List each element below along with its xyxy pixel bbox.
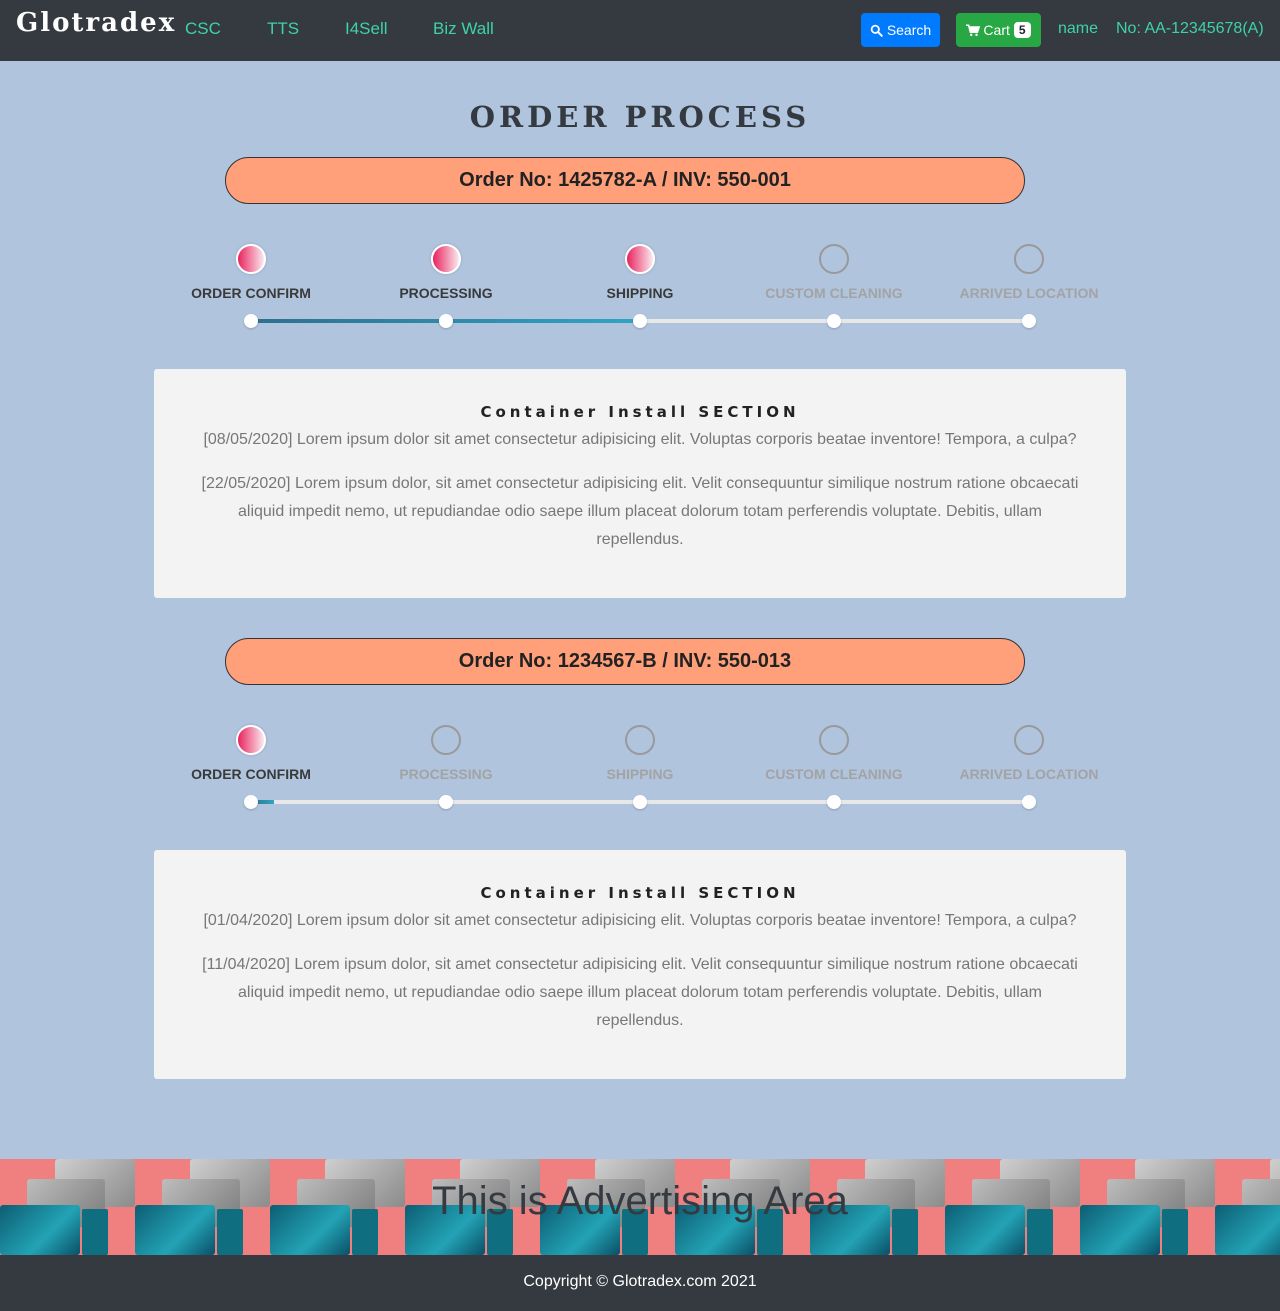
brand-logo[interactable]: Glotradex	[16, 8, 176, 38]
step-label: CUSTOM CLEANING	[765, 285, 903, 301]
copyright-text: Copyright © Glotradex.com 2021	[523, 1273, 757, 1290]
advertising-banner[interactable]: This is Advertising Area	[0, 1159, 1280, 1255]
progress-node	[1022, 795, 1036, 809]
section-title: Container Install SECTION	[480, 403, 800, 421]
step-indicator-circle	[819, 725, 849, 755]
user-name-link[interactable]: name	[1058, 20, 1098, 38]
search-button[interactable]: Search	[861, 13, 940, 47]
advertising-text: This is Advertising Area	[432, 1179, 848, 1223]
section-title: Container Install SECTION	[480, 884, 800, 902]
nav-link-biz-wall[interactable]: Biz Wall	[433, 19, 494, 39]
progress-node	[633, 795, 647, 809]
step-indicator-circle	[625, 244, 655, 274]
step-indicator-circle	[431, 244, 461, 274]
step-label: ARRIVED LOCATION	[959, 285, 1099, 301]
page-title: ORDER PROCESS	[469, 100, 811, 134]
search-button-label: Search	[886, 22, 932, 38]
progress-node	[244, 314, 258, 328]
step-label: PROCESSING	[399, 766, 493, 782]
step-label: ORDER CONFIRM	[191, 766, 311, 782]
nav-link-tts[interactable]: TTS	[267, 19, 299, 39]
order-note: [11/04/2020] Lorem ipsum dolor, sit amet…	[202, 956, 1078, 1029]
order-header: Order No: 1234567-B / INV: 550-013	[225, 638, 1025, 685]
progress-node	[439, 314, 453, 328]
cart-button-label: Cart	[983, 22, 1010, 38]
progress-node	[244, 795, 258, 809]
footer: Copyright © Glotradex.com 2021	[0, 1255, 1280, 1311]
step-label: SHIPPING	[606, 285, 674, 301]
step-indicator-circle	[236, 725, 266, 755]
progress-node	[633, 314, 647, 328]
progress-node	[827, 795, 841, 809]
shopping-cart-icon	[966, 23, 981, 36]
step-indicator-circle	[431, 725, 461, 755]
step-label: ORDER CONFIRM	[191, 285, 311, 301]
order-details-card: Container Install SECTION [01/04/2020] L…	[154, 850, 1126, 1079]
order-header: Order No: 1425782-A / INV: 550-001	[225, 157, 1025, 204]
top-navbar: Glotradex CSC TTS I4Sell Biz Wall Search…	[0, 0, 1280, 61]
cart-count-badge: 5	[1013, 22, 1031, 38]
order-note: [01/04/2020] Lorem ipsum dolor sit amet …	[203, 912, 1077, 929]
order-details-card: Container Install SECTION [08/05/2020] L…	[154, 369, 1126, 598]
search-icon	[870, 24, 883, 37]
step-indicator-circle	[1014, 244, 1044, 274]
progress-node	[439, 795, 453, 809]
step-label: PROCESSING	[399, 285, 493, 301]
order-note: [22/05/2020] Lorem ipsum dolor, sit amet…	[201, 475, 1079, 548]
progress-node	[827, 314, 841, 328]
order-note: [08/05/2020] Lorem ipsum dolor sit amet …	[203, 431, 1077, 448]
step-indicator-circle	[1014, 725, 1044, 755]
nav-link-csc[interactable]: CSC	[185, 19, 221, 39]
step-indicator-circle	[625, 725, 655, 755]
step-label: SHIPPING	[606, 766, 674, 782]
step-indicator-circle	[819, 244, 849, 274]
step-label: CUSTOM CLEANING	[765, 766, 903, 782]
step-label: ARRIVED LOCATION	[959, 766, 1099, 782]
progress-node	[1022, 314, 1036, 328]
user-number[interactable]: No: AA-12345678(A)	[1116, 20, 1264, 38]
step-indicator-circle	[236, 244, 266, 274]
cart-button[interactable]: Cart 5	[956, 13, 1041, 47]
nav-link-i4sell[interactable]: I4Sell	[345, 19, 388, 39]
